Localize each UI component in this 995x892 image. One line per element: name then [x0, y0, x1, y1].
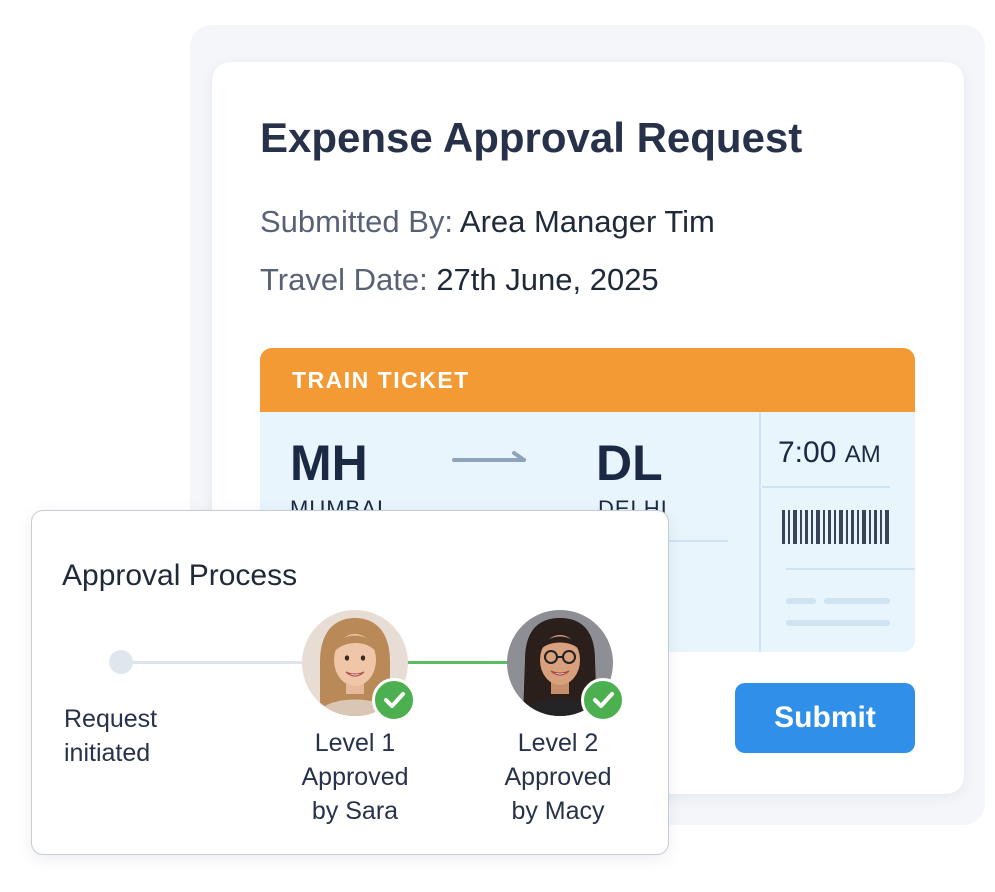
page-title: Expense Approval Request [260, 114, 803, 161]
step-dot-request [109, 650, 133, 674]
ticket-divider [759, 412, 761, 652]
travel-date: Travel Date: 27th June, 2025 [260, 262, 659, 298]
step-request-initiated: Request initiated [64, 702, 157, 770]
step-label-line: by Macy [511, 797, 605, 825]
step-level-1: Level 1 Approved by Sara [270, 726, 440, 828]
approval-process-panel: Approval Process Request initiated Level… [31, 510, 669, 855]
progress-line-done [402, 661, 517, 664]
placeholder-line [786, 598, 816, 604]
travel-date-label: Travel Date: [260, 262, 428, 297]
step-label-line: Approved [301, 763, 409, 791]
ticket-header: TRAIN TICKET [260, 348, 915, 412]
submitted-by-value: Area Manager Tim [459, 204, 715, 239]
arrow-right-icon [452, 451, 526, 462]
step-label-line: by Sara [311, 797, 399, 825]
step-level-2: Level 2 Approved by Macy [473, 726, 643, 828]
submit-button[interactable]: Submit [735, 683, 915, 753]
ticket-rule [762, 486, 890, 488]
barcode-icon [782, 510, 889, 544]
check-icon [372, 678, 416, 722]
placeholder-line [824, 598, 890, 604]
ticket-rule [786, 568, 915, 570]
step-label-line: initiated [64, 739, 151, 767]
progress-line-pending [132, 661, 307, 664]
step-label-line: Approved [504, 763, 612, 791]
departure-time: 7:00 AM [778, 436, 881, 470]
origin-code: MH [290, 435, 368, 491]
approval-process-title: Approval Process [62, 559, 298, 592]
placeholder-line [786, 620, 890, 626]
step-label-line: Level 1 [314, 729, 396, 757]
submitted-by-label: Submitted By: [260, 204, 453, 239]
submitted-by: Submitted By: Area Manager Tim [260, 204, 715, 240]
departure-time-value: 7:00 [778, 436, 837, 469]
step-label-line: Request [64, 705, 158, 733]
step-label-line: Level 2 [517, 729, 599, 757]
destination-code: DL [596, 435, 663, 491]
departure-time-ampm: AM [844, 441, 881, 468]
check-icon [581, 678, 625, 722]
travel-date-value: 27th June, 2025 [436, 262, 659, 297]
